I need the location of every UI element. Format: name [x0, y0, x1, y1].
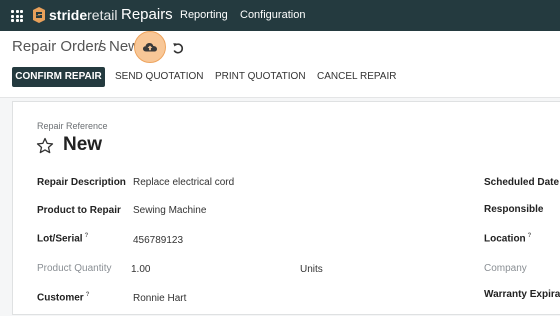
repair-description-field[interactable]: Replace electrical cord [133, 177, 234, 188]
brand-regular: retail [87, 7, 118, 23]
customer-help-icon[interactable]: ? [86, 292, 90, 298]
breadcrumb-separator: / [98, 38, 103, 55]
app-name[interactable]: Repairs [121, 6, 173, 23]
company-label: Company [484, 263, 527, 274]
responsible-label: Responsible [484, 204, 544, 215]
location-label-text: Location [484, 233, 526, 245]
product-quantity-field[interactable]: 1.00 [131, 264, 150, 275]
cancel-repair-button[interactable]: CANCEL REPAIR [317, 67, 396, 87]
menu-reporting[interactable]: Reporting [180, 9, 228, 21]
send-quotation-button[interactable]: SEND QUOTATION [115, 67, 204, 87]
brand-bold: stride [49, 7, 88, 23]
brand-name[interactable]: strideretail [49, 7, 117, 23]
product-to-repair-label: Product to Repair [37, 205, 121, 216]
confirm-repair-button[interactable]: CONFIRM REPAIR [12, 67, 105, 87]
location-label: Location? [484, 233, 531, 244]
top-navbar: strideretail Repairs Reporting Configura… [0, 0, 560, 31]
warranty-expiration-label: Warranty Expiration [484, 289, 560, 300]
lot-serial-label: Lot/Serial? [37, 233, 88, 244]
menu-configuration[interactable]: Configuration [240, 9, 305, 21]
breadcrumb-parent[interactable]: Repair Orders [12, 38, 106, 55]
star-outline-icon[interactable] [36, 137, 54, 155]
repair-description-label: Repair Description [37, 177, 126, 188]
cloud-upload-icon[interactable] [142, 40, 158, 54]
location-help-icon[interactable]: ? [528, 233, 532, 239]
lot-serial-help-icon[interactable]: ? [85, 233, 89, 239]
print-quotation-button[interactable]: PRINT QUOTATION [215, 67, 306, 87]
repair-reference-label: Repair Reference [37, 121, 108, 131]
undo-icon[interactable] [171, 41, 185, 55]
product-to-repair-field[interactable]: Sewing Machine [133, 205, 206, 216]
customer-label: Customer? [37, 292, 89, 303]
lot-serial-field[interactable]: 456789123 [133, 235, 183, 246]
lot-serial-label-text: Lot/Serial [37, 233, 83, 245]
stride-logo-icon [33, 7, 45, 23]
customer-field[interactable]: Ronnie Hart [133, 293, 186, 304]
product-quantity-label: Product Quantity [37, 263, 112, 274]
quantity-unit-field[interactable]: Units [300, 264, 323, 275]
customer-label-text: Customer [37, 292, 84, 304]
scheduled-date-label: Scheduled Date [484, 177, 560, 188]
grid-icon[interactable] [11, 10, 23, 22]
repair-reference-value[interactable]: New [63, 134, 102, 156]
